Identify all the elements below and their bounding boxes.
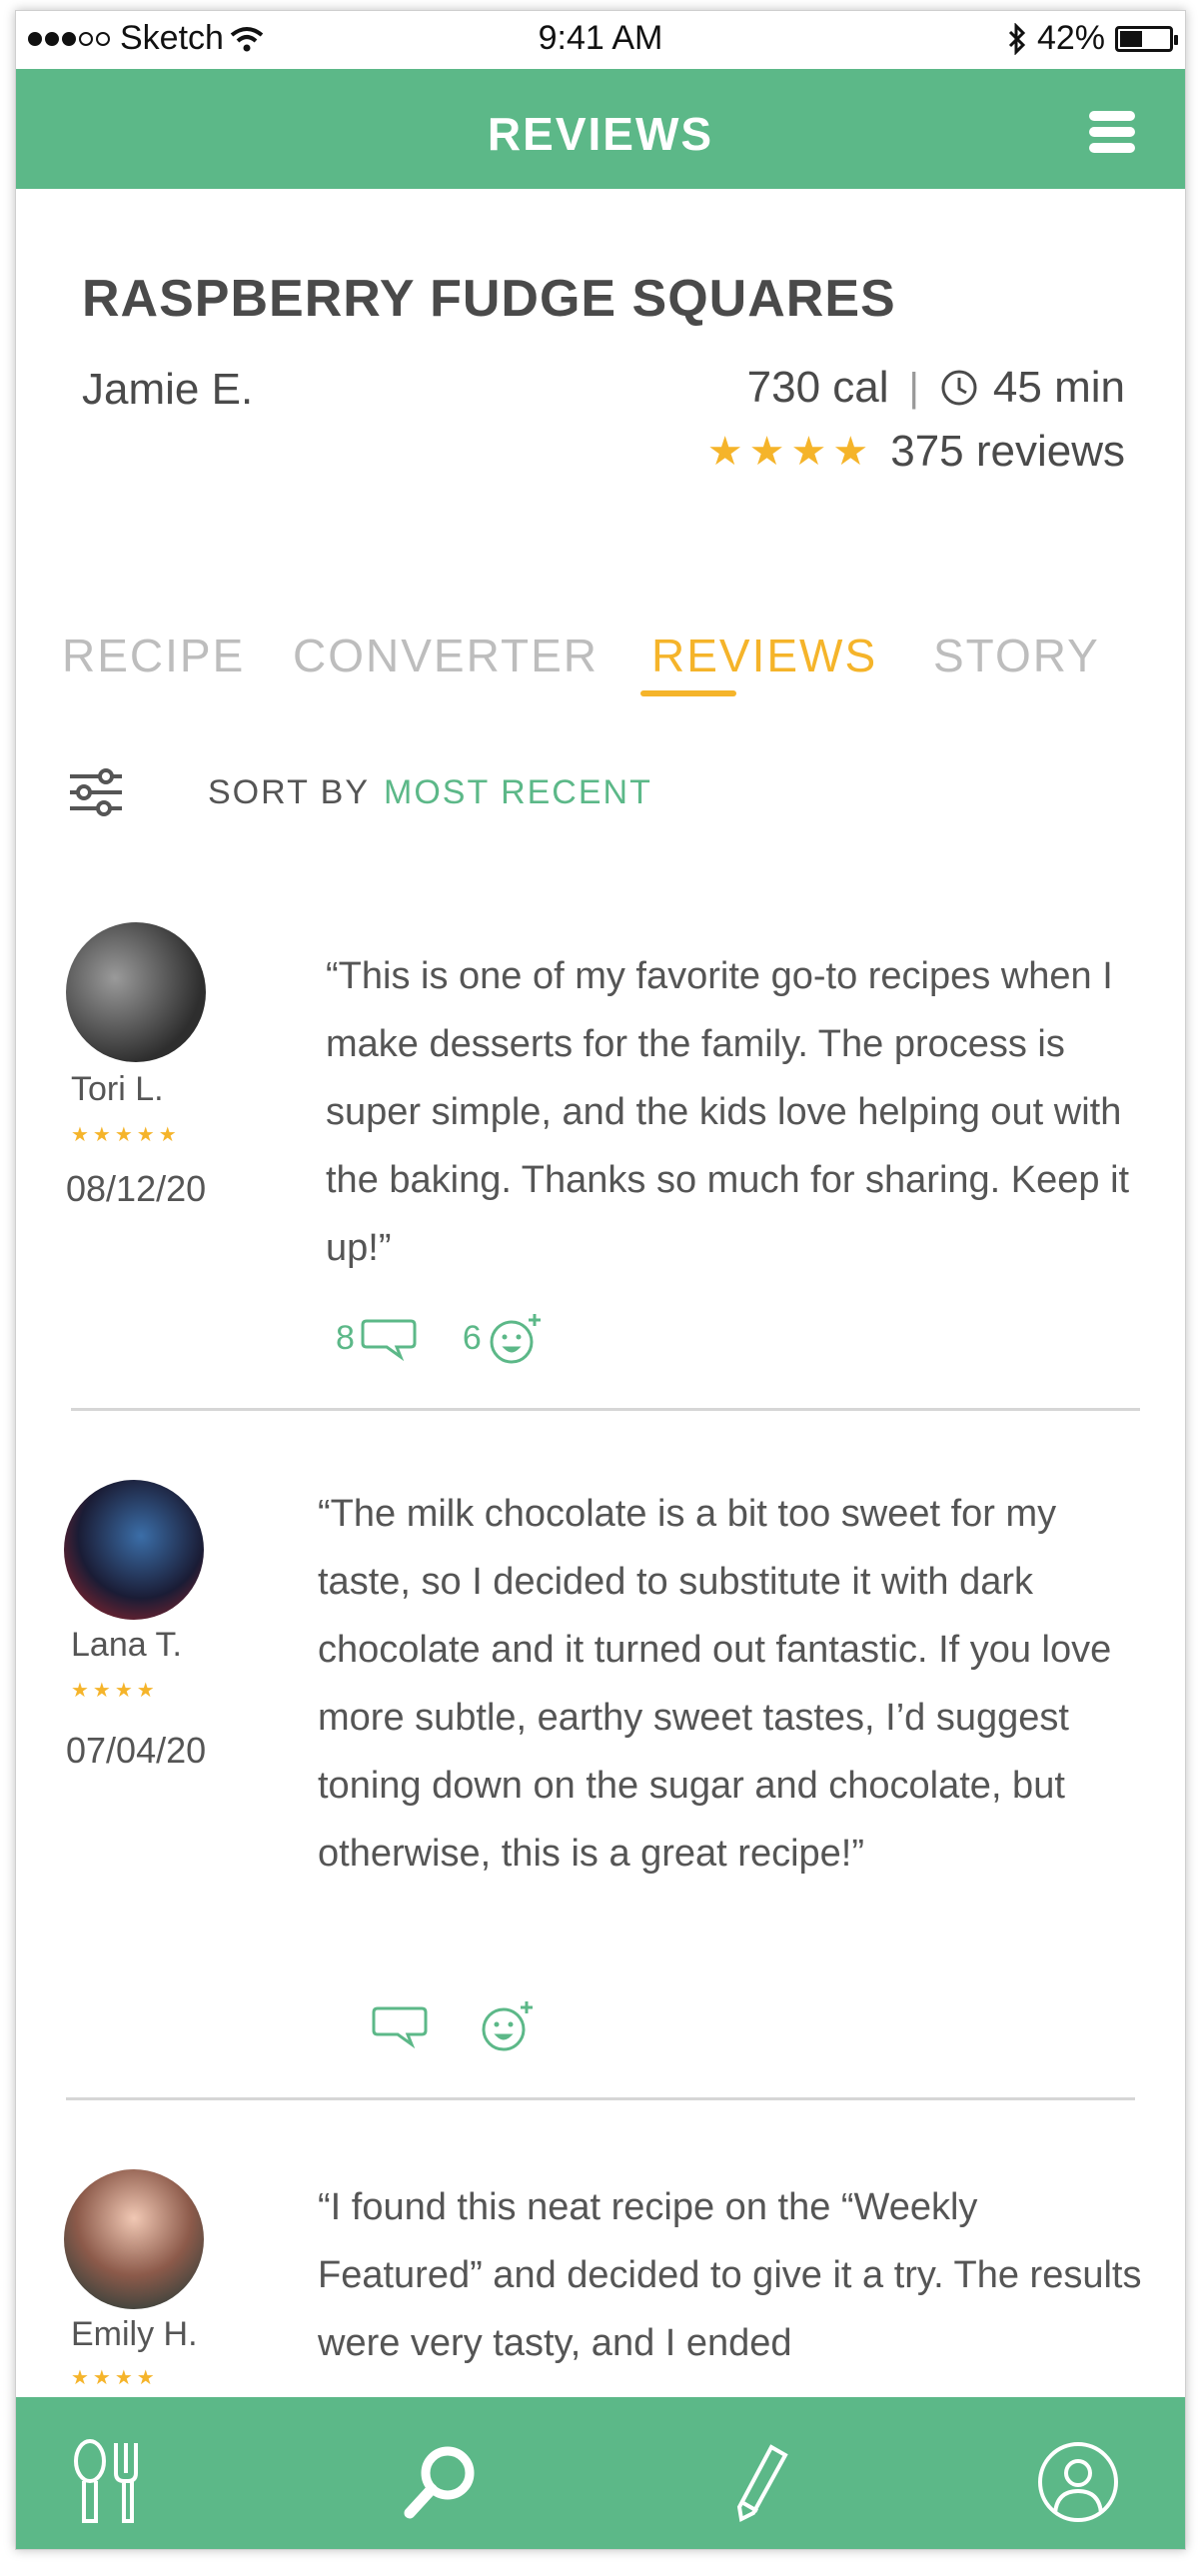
- sort-bar: SORT BY MOST RECENT: [66, 762, 1065, 822]
- review-text: “This is one of my favorite go-to recipe…: [326, 955, 1130, 1269]
- clock-icon: [941, 370, 977, 406]
- reviewer-stars: ★★★★: [71, 2367, 159, 2389]
- review-date: 07/04/20: [66, 1730, 207, 1771]
- comment-button[interactable]: [366, 2002, 428, 2048]
- review-text: “The milk chocolate is a bit too sweet f…: [318, 1493, 1112, 1875]
- tab-converter[interactable]: CONVERTER: [293, 629, 599, 682]
- reviewer-stars: ★★★★★: [71, 1124, 181, 1146]
- hamburger-icon[interactable]: [1089, 111, 1135, 153]
- tab-reviews[interactable]: REVIEWS: [651, 629, 877, 682]
- status-right: 42%: [1007, 19, 1178, 58]
- avatar[interactable]: [66, 922, 206, 1062]
- avatar[interactable]: [64, 1480, 204, 1620]
- review-actions: [366, 1997, 582, 2053]
- phone-screen: Sketch 9:41 AM 42% REVIEWS RASPBERRY FUD…: [15, 10, 1186, 2550]
- review-divider: [71, 1408, 1140, 1411]
- cook-time: 45 min: [992, 363, 1125, 412]
- recipe-meta: 730 cal | 45 min: [747, 363, 1125, 413]
- review-count[interactable]: 375 reviews: [890, 427, 1125, 477]
- app-header: REVIEWS: [16, 69, 1185, 189]
- calories: 730 cal: [746, 363, 889, 412]
- comment-button[interactable]: 8: [336, 1315, 417, 1361]
- review-text: “I found this neat recipe on the “Weekly…: [318, 2186, 1142, 2364]
- battery-percent: 42%: [1036, 19, 1105, 57]
- recipe-author[interactable]: Jamie E.: [82, 365, 253, 415]
- header-title: REVIEWS: [487, 108, 714, 160]
- add-reaction-icon: [482, 2001, 533, 2051]
- recipe-title: RASPBERRY FUDGE SQUARES: [82, 270, 896, 328]
- bottom-nav: [16, 2397, 1185, 2549]
- filter-sliders-icon[interactable]: [66, 762, 126, 822]
- review-divider: [66, 2097, 1135, 2100]
- comment-count: 8: [336, 1318, 355, 1357]
- search-icon[interactable]: [396, 2437, 486, 2527]
- tab-recipe[interactable]: RECIPE: [62, 629, 245, 682]
- reaction-count: 6: [462, 1318, 482, 1357]
- pencil-icon[interactable]: [715, 2437, 805, 2527]
- avatar[interactable]: [64, 2169, 204, 2309]
- bluetooth-icon: [1008, 22, 1026, 55]
- add-reaction-icon: [490, 1314, 541, 1364]
- review-actions: 8 6: [336, 1310, 590, 1366]
- recipe-tabs: RECIPE CONVERTER REVIEWS STORY: [16, 629, 1185, 708]
- reaction-button[interactable]: [474, 1997, 536, 2053]
- reviewer-stars: ★★★★: [71, 1680, 159, 1702]
- reviewer-name[interactable]: Lana T.: [71, 1626, 182, 1665]
- sort-label: SORT BY: [208, 772, 371, 811]
- meta-separator: |: [908, 365, 919, 410]
- reviewer-name[interactable]: Emily H.: [71, 2315, 198, 2354]
- profile-icon[interactable]: [1033, 2437, 1123, 2527]
- recipe-stars: ★★★★: [706, 430, 875, 474]
- active-tab-indicator: [640, 690, 736, 696]
- reaction-button[interactable]: 6: [463, 1310, 544, 1366]
- recipe-rating: ★★★★ 375 reviews: [707, 427, 1125, 477]
- comment-bubble-icon: [361, 1319, 417, 1361]
- utensils-icon[interactable]: [64, 2437, 154, 2527]
- battery-icon: [1115, 25, 1178, 52]
- status-bar: Sketch 9:41 AM 42%: [16, 11, 1185, 69]
- review-date: 08/12/20: [66, 1168, 207, 1209]
- tab-story[interactable]: STORY: [933, 629, 1100, 682]
- sort-value[interactable]: MOST RECENT: [384, 773, 652, 812]
- reviewer-name[interactable]: Tori L.: [71, 1070, 164, 1109]
- comment-bubble-icon: [372, 2006, 428, 2048]
